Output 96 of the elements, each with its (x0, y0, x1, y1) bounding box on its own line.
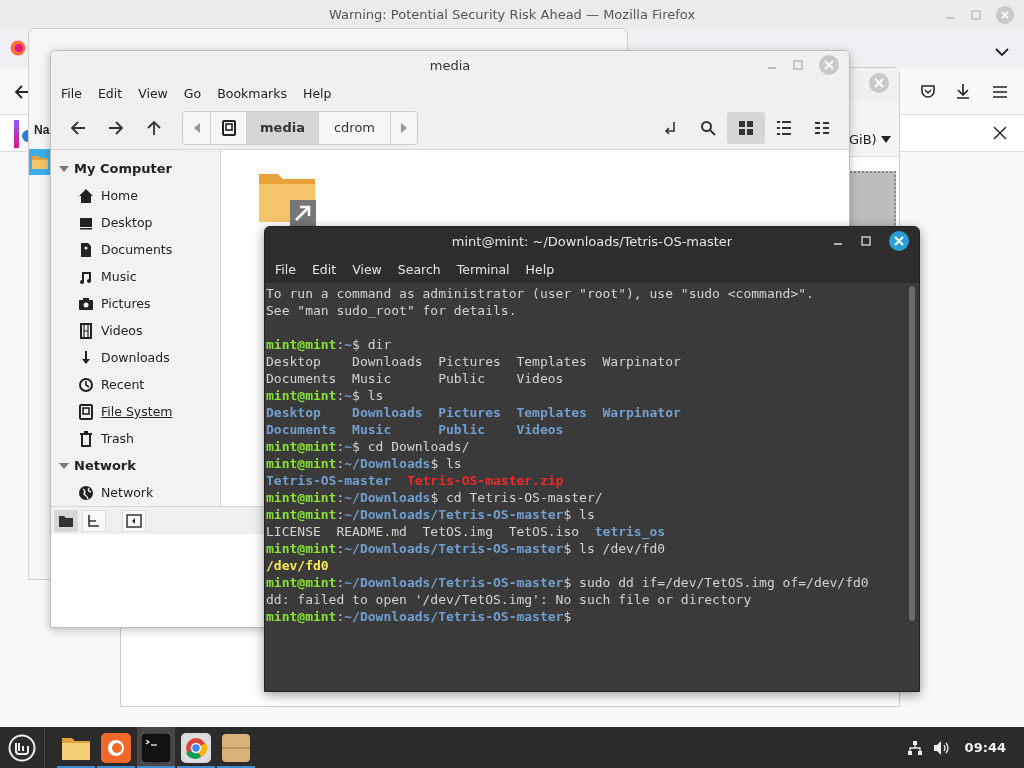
menu-item[interactable]: Help (295, 85, 340, 101)
menu-item[interactable]: Bookmarks (209, 85, 295, 101)
compact-view-icon (814, 119, 830, 136)
terminal-line: mint@mint:~/Downloads/Tetris-OS-master$ ls /dev/fd0 (266, 540, 667, 557)
expander-icon[interactable] (59, 164, 69, 173)
drive-icon (220, 119, 237, 136)
volume-icon[interactable] (932, 739, 951, 756)
forward-arrow-icon (108, 119, 124, 136)
expander-icon[interactable] (59, 461, 69, 470)
window-title: Warning: Potential Security Risk Ahead — Mozilla Firefox (328, 6, 696, 22)
sidebar-item[interactable]: Music (51, 263, 220, 290)
terminal-line: To run a command as administrator (user "root"), use "sudo <command>". (266, 285, 815, 302)
sidebar-item[interactable]: File System (51, 398, 220, 425)
terminal-line: mint@mint:~$ cd Downloads/ (266, 438, 471, 455)
terminal-line: Documents Music Public Videos (266, 421, 565, 438)
globe-icon (78, 484, 94, 501)
sidebar-item[interactable]: Home (51, 182, 220, 209)
close-icon[interactable] (993, 126, 1007, 140)
tab-indicator (14, 120, 19, 148)
pocket-icon[interactable] (920, 84, 936, 100)
terminal-line: See "man sudo_root" for details. (266, 302, 518, 319)
terminal-line: Tetris-OS-master Tetris-OS-master.zip (266, 472, 565, 489)
sidebar-item[interactable]: Videos (51, 317, 220, 344)
menu-icon[interactable] (992, 85, 1008, 99)
path-segment[interactable]: cdrom (319, 111, 391, 144)
network-icon[interactable] (906, 739, 923, 756)
list-view-icon (776, 119, 792, 136)
terminal-line: mint@mint:~/Downloads/Tetris-OS-master$ sudo dd if=/dev/TetOS.img of=/dev/fd0 (266, 574, 870, 591)
camera-icon (78, 295, 94, 312)
search-icon (700, 119, 716, 136)
download-icon[interactable] (955, 83, 971, 100)
terminal-line: mint@mint:~$ ls (266, 387, 385, 404)
browser-icon (181, 732, 211, 763)
right-triangle-icon (400, 121, 408, 134)
menu-item[interactable]: View (344, 262, 390, 277)
film-icon (78, 322, 94, 339)
dropdown-text: GiB) (849, 132, 877, 147)
back-arrow-icon[interactable] (14, 84, 30, 100)
tree-icon (86, 512, 102, 529)
box-icon (221, 732, 251, 763)
terminal-line: mint@mint:~/Downloads$ cd Tetris-OS-master/ (266, 489, 604, 506)
sidebar-item[interactable]: Downloads (51, 344, 220, 371)
terminal-line: mint@mint:~/Downloads$ ls (266, 455, 463, 472)
return-arrow-icon (662, 119, 678, 136)
section-header: Network (74, 458, 136, 473)
scrollbar[interactable] (909, 286, 915, 621)
trash-icon (78, 430, 94, 447)
document-icon (78, 241, 94, 258)
mint-logo-icon[interactable] (8, 733, 36, 762)
sidebar-item[interactable]: Pictures (51, 290, 220, 317)
section-header: My Computer (74, 161, 172, 176)
terminal-line: Desktop Downloads Pictures Templates Warpinator (266, 404, 682, 421)
folder-icon (31, 153, 49, 171)
sidebar-toggle-icon (126, 512, 142, 529)
menu-item[interactable]: Help (517, 262, 563, 277)
menu-item[interactable]: Go (175, 85, 210, 101)
grid-view-icon (738, 119, 754, 136)
sidebar-mode-button[interactable] (122, 509, 146, 532)
terminal-line: LICENSE README.md TetOS.img TetOS.iso tetris_os (266, 523, 667, 540)
sidebar-item[interactable]: Trash (51, 425, 220, 452)
header-text: Na (34, 123, 50, 137)
back-arrow-icon (70, 119, 86, 136)
sidebar-item[interactable]: Network (51, 479, 220, 506)
clock: 09:44 (964, 740, 1006, 755)
menu-item[interactable]: Terminal (448, 262, 518, 277)
menu-item[interactable]: Search (389, 262, 449, 277)
menu-item[interactable]: Edit (89, 85, 131, 101)
terminal-line: mint@mint:~/Downloads/Tetris-OS-master$ ls (266, 506, 596, 523)
terminal-line: dd: failed to open '/dev/TetOS.img': No such file or directory (266, 591, 753, 608)
menu-item[interactable]: View (130, 85, 176, 101)
menu-item[interactable]: File (53, 85, 90, 101)
sidebar-mode-button[interactable] (54, 509, 78, 532)
clock-icon (78, 376, 94, 393)
sidebar-item[interactable]: Documents (51, 236, 220, 263)
terminal-line: /dev/fd0 (266, 557, 330, 574)
up-arrow-icon (146, 119, 162, 136)
menu-item[interactable]: Edit (303, 262, 345, 277)
chevron-down-icon[interactable] (994, 47, 1010, 57)
terminal-line: Desktop Downloads Pictures Templates Warpinator (266, 353, 682, 370)
sidebar-mode-button[interactable] (82, 509, 106, 532)
home-icon (78, 187, 94, 204)
window-title: media (429, 58, 471, 73)
close-icon[interactable] (889, 231, 909, 251)
menu-item[interactable]: File (267, 262, 304, 277)
terminal-line: mint@mint:~$ dir (266, 336, 393, 353)
terminal-line: mint@mint:~/Downloads/Tetris-OS-master$ (266, 608, 573, 625)
terminal-icon (141, 732, 171, 763)
left-triangle-icon (192, 121, 201, 134)
view-button[interactable] (727, 111, 765, 144)
terminal-line: Documents Music Public Videos (266, 370, 565, 387)
path-segment[interactable]: media (247, 111, 319, 144)
sidebar-item[interactable]: Desktop (51, 209, 220, 236)
sidebar-item[interactable]: Recent (51, 371, 220, 398)
caret-icon[interactable] (880, 135, 891, 144)
drive-icon (78, 403, 94, 420)
window-title: mint@mint: ~/Downloads/Tetris-OS-master (451, 234, 733, 249)
